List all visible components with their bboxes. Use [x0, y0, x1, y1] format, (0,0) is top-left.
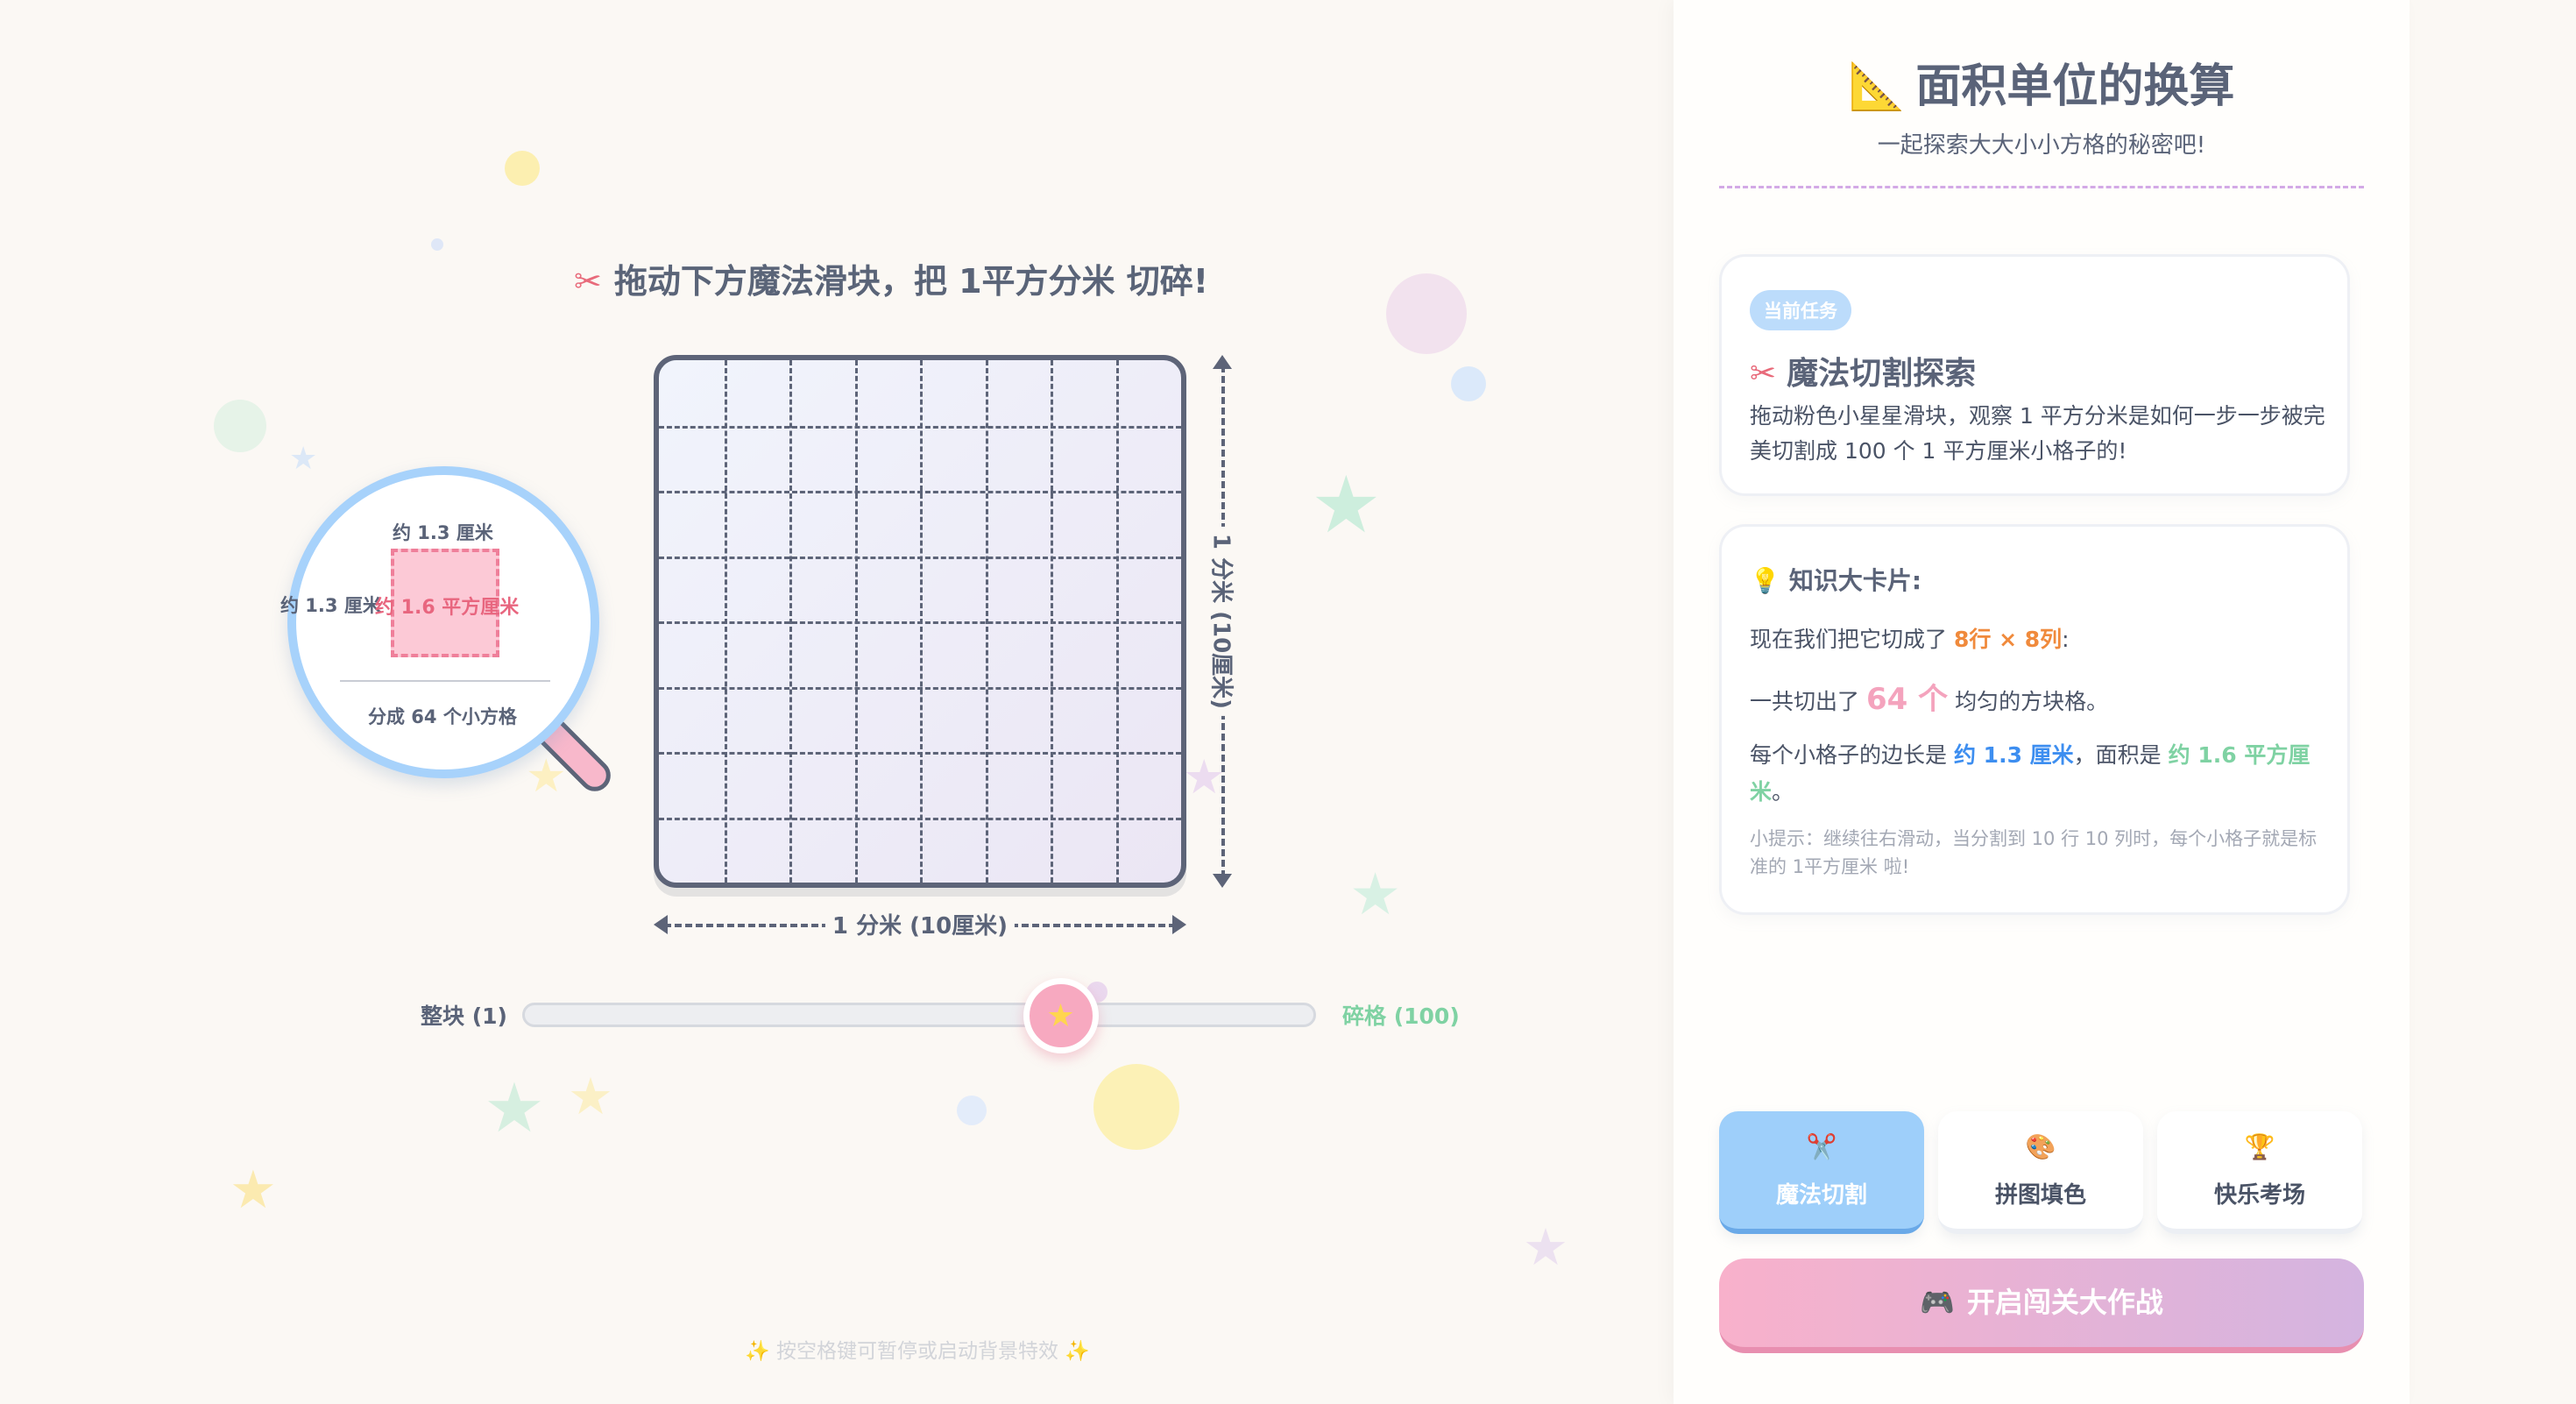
grid-line-horizontal — [659, 752, 1181, 755]
knowledge-text: 均匀的方块格。 — [1955, 689, 2109, 714]
palette-icon: 🎨 — [2025, 1132, 2056, 1161]
trophy-icon: 🏆 — [2244, 1132, 2275, 1161]
knowledge-text: 。 — [1772, 779, 1794, 805]
knowledge-text: 一共切出了 — [1750, 689, 1860, 714]
magnifier-divider — [340, 680, 550, 682]
page-subtitle: 一起探索大大小小方格的秘密吧! — [1877, 132, 2206, 159]
knowledge-tip: 小提示：继续往右滑动，当分割到 10 行 10 列时，每个小格子就是标准的 1平… — [1750, 828, 2318, 877]
arrow-down-icon — [1213, 874, 1232, 888]
width-dimension: 1 分米 (10厘米) — [654, 908, 1186, 940]
magnifier-side-top-label: 约 1.3 厘米 — [393, 522, 493, 543]
rows-cols-value: 8行 × 8列 — [1953, 627, 2063, 652]
title-divider — [1719, 186, 2364, 188]
knowledge-title: 💡 知识大卡片: — [1750, 562, 1921, 597]
magnifier-count-label: 分成 64 个小方格 — [368, 706, 517, 727]
knowledge-text: 每个小格子的边长是 — [1750, 742, 1948, 768]
task-title: ✂ 魔法切割探索 — [1750, 348, 1976, 394]
height-dimension: 1 分米 (10厘米) — [1207, 355, 1240, 888]
star-decoration: ★ — [1349, 861, 1402, 928]
knowledge-title-text: 知识大卡片: — [1788, 566, 1922, 595]
start-button-label: 开启闯关大作战 — [1966, 1286, 2163, 1319]
task-description: 拖动粉色小星星滑块，观察 1 平方分米是如何一步一步被完美切割成 100 个 1… — [1750, 403, 2325, 464]
bubble-decoration — [1093, 1064, 1179, 1150]
knowledge-line-count: 一共切出了 64 个 均匀的方块格。 — [1750, 681, 2328, 720]
grid-line-horizontal — [659, 491, 1181, 493]
scissors-icon: ✂ — [574, 262, 602, 301]
knowledge-line-size: 每个小格子的边长是 约 1.3 厘米，面积是 约 1.6 平方厘米。 — [1750, 737, 2328, 811]
knowledge-line-grid: 现在我们把它切成了 8行 × 8列: — [1750, 621, 2328, 658]
task-title-text: 魔法切割探索 — [1787, 356, 1977, 392]
mode-label: 魔法切割 — [1775, 1182, 1867, 1209]
knowledge-text: ，面积是 — [2073, 742, 2162, 768]
knowledge-text: : — [2062, 627, 2070, 652]
square-decimeter-grid — [654, 355, 1186, 888]
star-decoration: ★ — [1311, 459, 1382, 551]
bubble-decoration — [1386, 273, 1467, 354]
slider-max-label: 碎格 (100) — [1342, 1003, 1460, 1029]
instruction-heading: ✂ 拖动下方魔法滑块，把 1平方分米 切碎! — [574, 254, 1249, 302]
knowledge-card: 💡 知识大卡片: 现在我们把它切成了 8行 × 8列: 一共切出了 64 个 均匀… — [1719, 524, 2350, 915]
scissors-icon: ✂ — [1750, 356, 1777, 392]
height-label: 1 分米 (10厘米) — [1207, 526, 1240, 717]
stage-area: ★ ★ ★ ★ ★ ★ ★ ★ ★ ✂ 拖动下方魔法滑块，把 1平方分米 切碎! … — [0, 0, 1674, 1404]
star-decoration: ★ — [568, 1067, 613, 1126]
arrow-left-icon — [654, 915, 668, 934]
task-badge: 当前任务 — [1750, 290, 1851, 330]
task-card: 当前任务 ✂ 魔法切割探索 拖动粉色小星星滑块，观察 1 平方分米是如何一步一步被… — [1719, 254, 2350, 496]
magnifier-area-label: 约 1.6 平方厘米 — [375, 597, 520, 619]
magic-slider-track[interactable] — [522, 1003, 1316, 1027]
star-decoration: ★ — [230, 1159, 277, 1221]
start-challenge-button[interactable]: 🎮 开启闯关大作战 — [1719, 1259, 2364, 1353]
bubble-decoration — [957, 1096, 987, 1125]
bubble-decoration — [431, 238, 443, 251]
knowledge-text: 现在我们把它切成了 — [1750, 627, 1948, 652]
grid-line-horizontal — [659, 621, 1181, 624]
bubble-decoration — [505, 151, 540, 186]
footer-hint: ✨ 按空格键可暂停或启动背景特效 ✨ — [745, 1340, 1090, 1363]
arrow-up-icon — [1213, 355, 1232, 369]
gamepad-icon: 🎮 — [1920, 1286, 1955, 1319]
side-length-value: 约 1.3 厘米 — [1953, 742, 2074, 768]
cell-count-value: 64 个 — [1865, 682, 1949, 717]
magic-slider-thumb[interactable]: ★ — [1023, 978, 1099, 1053]
instruction-text: 拖动下方魔法滑块，把 1平方分米 切碎! — [613, 262, 1209, 301]
star-icon: ★ — [1046, 997, 1075, 1034]
page-title-text: 面积单位的换算 — [1915, 60, 2235, 113]
grid-line-horizontal — [659, 556, 1181, 559]
slider-min-label: 整块 (1) — [421, 1003, 507, 1029]
mode-button-quiz[interactable]: 🏆 快乐考场 — [2157, 1111, 2362, 1234]
bubble-decoration — [214, 400, 266, 452]
grid-line-horizontal — [659, 817, 1181, 820]
lightbulb-icon: 💡 — [1750, 566, 1780, 595]
triangle-ruler-icon: 📐 — [1848, 60, 1906, 113]
mode-button-magic-cut[interactable]: ✂️ 魔法切割 — [1719, 1111, 1924, 1234]
star-decoration: ★ — [484, 1069, 545, 1148]
width-label: 1 分米 (10厘米) — [824, 908, 1016, 940]
arrow-right-icon — [1172, 915, 1186, 934]
grid-line-horizontal — [659, 425, 1181, 429]
bubble-decoration — [1451, 366, 1486, 401]
info-panel: 📐 面积单位的换算 一起探索大大小小方格的秘密吧! 当前任务 ✂ 魔法切割探索 拖动… — [1674, 0, 2410, 1404]
scissors-icon: ✂️ — [1806, 1132, 1837, 1161]
star-decoration: ★ — [289, 441, 318, 477]
grid-line-horizontal — [659, 686, 1181, 690]
mode-label: 拼图填色 — [1994, 1182, 2086, 1209]
magnifier-side-left-label: 约 1.3 厘米 — [280, 595, 381, 616]
mode-label: 快乐考场 — [2213, 1182, 2305, 1209]
page-title: 📐 面积单位的换算 — [1674, 49, 2410, 115]
mode-button-puzzle-color[interactable]: 🎨 拼图填色 — [1938, 1111, 2143, 1234]
star-decoration: ★ — [1523, 1217, 1568, 1277]
